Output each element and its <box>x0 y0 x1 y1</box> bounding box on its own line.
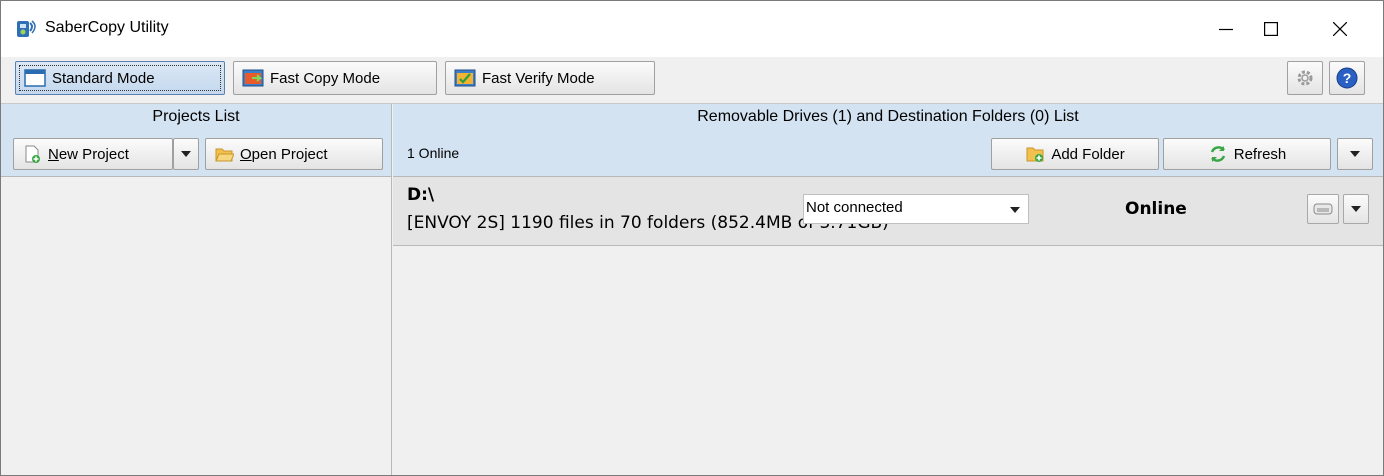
help-button[interactable]: ? <box>1329 61 1365 95</box>
connection-select[interactable]: Not connected <box>803 194 1029 224</box>
drives-panel: Removable Drives (1) and Destination Fol… <box>393 104 1383 475</box>
drive-status: Online <box>1125 199 1187 219</box>
drive-options-dropdown[interactable] <box>1343 194 1369 224</box>
projects-list[interactable] <box>1 177 391 475</box>
fast-copy-mode-label: Fast Copy Mode <box>270 69 381 87</box>
fast-verify-icon <box>454 69 476 87</box>
open-project-label: Open Project <box>240 146 328 163</box>
drive-letter: D:\ <box>407 185 435 205</box>
window-title: SaberCopy Utility <box>45 19 169 36</box>
fast-copy-icon <box>242 69 264 87</box>
new-project-label: New Project <box>48 146 129 163</box>
new-document-icon <box>25 145 40 163</box>
drive-row[interactable]: D:\ [ENVOY 2S] 1190 files in 70 folders … <box>393 177 1383 246</box>
gear-icon <box>1297 70 1313 86</box>
drives-toolbar: 1 Online Add Folder Refresh <box>393 130 1383 177</box>
open-project-mnemonic: O <box>240 145 252 163</box>
standard-mode-button[interactable]: Standard Mode <box>15 61 225 95</box>
projects-panel: Projects List New Project Open Project <box>1 104 392 475</box>
refresh-icon <box>1210 146 1225 162</box>
drive-icon <box>1313 203 1333 215</box>
chevron-down-icon <box>1010 207 1020 213</box>
refresh-label: Refresh <box>1233 145 1287 163</box>
connection-value: Not connected <box>806 199 903 216</box>
new-project-dropdown[interactable] <box>173 138 199 170</box>
chevron-down-icon <box>1350 151 1360 157</box>
drives-header: Removable Drives (1) and Destination Fol… <box>393 104 1383 130</box>
open-project-button[interactable]: Open Project <box>205 138 383 170</box>
eject-drive-button[interactable] <box>1307 194 1339 224</box>
drives-options-dropdown[interactable] <box>1337 138 1373 170</box>
online-count: 1 Online <box>407 145 460 161</box>
new-project-label-rest: ew Project <box>58 145 129 163</box>
add-folder-label: Add Folder <box>1051 145 1125 163</box>
drives-list-empty-area[interactable] <box>393 246 1383 475</box>
projects-header: Projects List <box>1 104 391 130</box>
new-project-mnemonic: N <box>48 145 59 163</box>
title-bar: SaberCopy Utility <box>1 1 1383 57</box>
projects-toolbar: New Project Open Project <box>1 130 391 177</box>
focus-ring <box>19 65 221 91</box>
maximize-button[interactable] <box>1248 1 1294 57</box>
add-folder-button[interactable]: Add Folder <box>991 138 1159 170</box>
fast-verify-mode-label: Fast Verify Mode <box>482 69 595 87</box>
app-logo-icon <box>17 20 36 37</box>
chevron-down-icon <box>181 151 191 157</box>
svg-text:?: ? <box>1343 70 1352 86</box>
maximize-icon <box>1264 22 1278 36</box>
minimize-icon <box>1219 28 1233 31</box>
chevron-down-icon <box>1351 206 1361 212</box>
settings-button[interactable] <box>1287 61 1323 95</box>
new-project-button[interactable]: New Project <box>13 138 173 170</box>
open-project-label-rest: pen Project <box>251 145 328 163</box>
mode-toolbar: Standard Mode Fast Copy Mode Fast Verify… <box>1 57 1383 104</box>
help-icon: ? <box>1336 67 1358 89</box>
close-button[interactable] <box>1317 1 1363 57</box>
app-window: SaberCopy Utility Standard Mode Fast Cop… <box>0 0 1384 476</box>
minimize-button[interactable] <box>1203 1 1249 57</box>
folder-open-icon <box>215 148 234 162</box>
fast-copy-mode-button[interactable]: Fast Copy Mode <box>233 61 437 95</box>
fast-verify-mode-button[interactable]: Fast Verify Mode <box>445 61 655 95</box>
refresh-button[interactable]: Refresh <box>1163 138 1331 170</box>
add-folder-icon <box>1026 147 1044 162</box>
close-icon <box>1333 22 1347 36</box>
